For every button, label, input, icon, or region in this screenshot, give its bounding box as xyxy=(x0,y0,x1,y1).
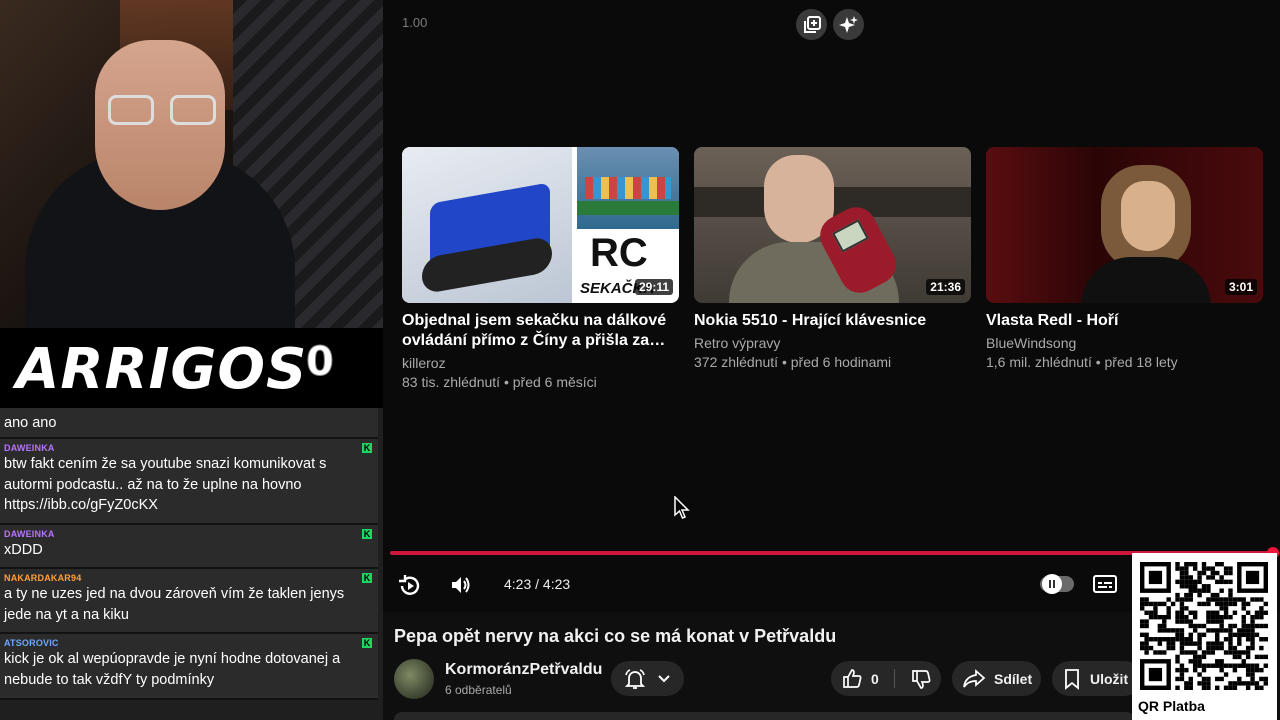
kick-badge-icon: K xyxy=(362,529,372,539)
video-channel[interactable]: killeroz xyxy=(402,353,679,373)
mouse-cursor-icon xyxy=(674,496,690,519)
chat-message-text: xDDD xyxy=(4,542,43,558)
replay-icon[interactable] xyxy=(397,573,423,599)
autoplay-toggle-knob[interactable] xyxy=(1042,574,1062,594)
video-meta: 372 zhlédnutí • před 6 hodinami xyxy=(694,354,892,370)
thumbs-down-icon xyxy=(912,669,931,689)
video-duration: 3:01 xyxy=(1224,279,1257,295)
chevron-down-icon xyxy=(658,674,670,682)
webcam-feed xyxy=(0,0,383,328)
chat-message: ano ano xyxy=(0,408,378,439)
chat-message: DAWEINKA xDDD K xyxy=(0,525,378,569)
video-channel[interactable]: BlueWindsong xyxy=(986,333,1263,353)
dislike-button[interactable] xyxy=(903,661,939,696)
thumb-singer-shirt xyxy=(1081,257,1211,303)
chat-message-text: a ty ne uzes jed na dvou zároveň vím že … xyxy=(4,586,345,623)
video-channel[interactable]: Retro výpravy xyxy=(694,333,971,353)
video-duration: 21:36 xyxy=(926,279,965,295)
time-display: 4:23 / 4:23 xyxy=(504,576,571,592)
volume-icon[interactable] xyxy=(449,573,473,597)
qr-code-icon xyxy=(1140,562,1268,690)
autoplay-pause-icon xyxy=(1049,580,1055,588)
save-label: Uložit xyxy=(1090,670,1129,687)
like-divider xyxy=(894,669,895,688)
kick-badge-icon: K xyxy=(362,573,372,583)
chat-username: ATSOROVIC xyxy=(4,638,59,648)
share-label: Sdílet xyxy=(994,670,1033,687)
video-title[interactable]: Objednal jsem sekačku na dálkové ovládán… xyxy=(402,311,679,351)
channel-name[interactable]: KormoránzPetřvaldu xyxy=(445,661,602,679)
video-meta: 1,6 mil. zhlédnutí • před 18 lety xyxy=(986,354,1178,370)
ai-sparkle-button[interactable] xyxy=(833,9,864,40)
chat-message: DAWEINKA btw fakt cením že sa youtube sn… xyxy=(0,439,378,525)
chat-username: DAWEINKA xyxy=(4,443,55,453)
sparkle-icon xyxy=(838,15,858,33)
like-button[interactable]: 0 xyxy=(831,661,891,696)
subscriber-count: 6 odběratelů xyxy=(445,683,512,697)
share-button[interactable]: Sdílet xyxy=(952,661,1041,696)
chat-message-text: kick je ok al wepúopravde je nyní hodne … xyxy=(4,651,341,688)
qr-label: QR Platba xyxy=(1138,698,1205,714)
channel-avatar[interactable] xyxy=(394,659,434,699)
kick-badge-icon: K xyxy=(362,443,372,453)
chat-message-text: ano ano xyxy=(4,415,57,431)
thumb-singer-face xyxy=(1121,181,1175,251)
chat-username: DAWEINKA xyxy=(4,529,55,539)
stream-score: 0 xyxy=(306,339,335,386)
bookmark-icon xyxy=(1065,668,1079,690)
playback-speed: 1.00 xyxy=(402,15,428,30)
video-title[interactable]: Vlasta Redl - Hoří xyxy=(986,311,1263,331)
thumbs-up-icon xyxy=(843,668,862,688)
stream-chat: ano ano DAWEINKA btw fakt cením že sa yo… xyxy=(0,408,383,720)
streamer-glasses xyxy=(108,95,216,129)
related-video-card[interactable]: RC SEKAČKA 29:11 Objednal jsem sekačku n… xyxy=(402,147,679,391)
chat-message-text: btw fakt cením že sa youtube snazi komun… xyxy=(4,456,327,513)
playlist-add-button[interactable] xyxy=(796,9,827,40)
share-icon xyxy=(963,668,986,688)
video-thumbnail[interactable]: 3:01 xyxy=(986,147,1263,303)
video-thumbnail[interactable]: RC SEKAČKA 29:11 xyxy=(402,147,679,303)
stream-logo: ARRIGOS xyxy=(16,337,308,402)
related-video-card[interactable]: 21:36 Nokia 5510 - Hrající klávesnice Re… xyxy=(694,147,971,371)
bell-icon xyxy=(625,668,646,689)
save-button[interactable]: Uložit xyxy=(1052,661,1142,696)
chat-message: NAKARDAKAR94 a ty ne uzes jed na dvou zá… xyxy=(0,569,378,634)
video-thumbnail[interactable]: 21:36 xyxy=(694,147,971,303)
playlist-add-icon xyxy=(803,15,821,33)
thumb-mower-photo xyxy=(402,147,572,303)
video-meta: 83 tis. zhlédnutí • před 6 měsíci xyxy=(402,374,597,390)
description-box-edge[interactable] xyxy=(394,712,1134,720)
subtitles-icon[interactable] xyxy=(1093,574,1117,594)
thumb-text: RC xyxy=(590,231,648,275)
video-title[interactable]: Nokia 5510 - Hrající klávesnice xyxy=(694,311,971,331)
thumb-ship-photo xyxy=(577,147,679,229)
kick-badge-icon: K xyxy=(362,638,372,648)
notifications-button[interactable] xyxy=(611,661,684,696)
like-count: 0 xyxy=(871,670,879,687)
video-main-title: Pepa opět nervy na akci co se má konat v… xyxy=(394,626,837,646)
like-dislike-group: 0 xyxy=(831,661,941,696)
video-duration: 29:11 xyxy=(634,279,673,295)
related-video-card[interactable]: 3:01 Vlasta Redl - Hoří BlueWindsong 1,6… xyxy=(986,147,1263,371)
chat-username: NAKARDAKAR94 xyxy=(4,573,82,583)
chat-message: ATSOROVIC kick je ok al wepúopravde je n… xyxy=(0,634,378,700)
